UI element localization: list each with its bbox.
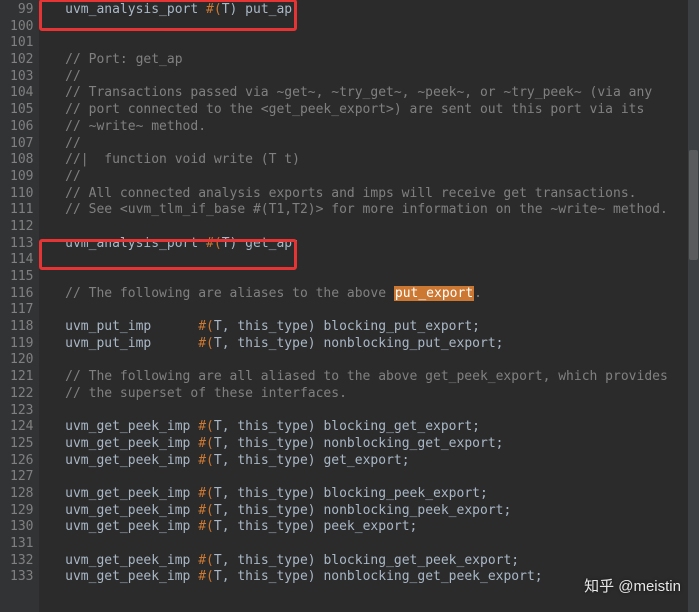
code-line[interactable]: // bbox=[49, 69, 699, 86]
line-number: 133 bbox=[10, 569, 33, 586]
line-number: 121 bbox=[10, 369, 33, 386]
code-line[interactable]: uvm_put_imp #(T, this_type) blocking_put… bbox=[49, 319, 699, 336]
line-number: 126 bbox=[10, 453, 33, 470]
line-number: 103 bbox=[10, 69, 33, 86]
line-number: 118 bbox=[10, 319, 33, 336]
code-line[interactable]: // The following are all aliased to the … bbox=[49, 369, 699, 386]
line-number-gutter: 9910010110210310410510610710810911011111… bbox=[0, 0, 39, 612]
code-line[interactable]: uvm_get_peek_imp #(T, this_type) get_exp… bbox=[49, 453, 699, 470]
line-number: 127 bbox=[10, 469, 33, 486]
line-number: 104 bbox=[10, 85, 33, 102]
code-line[interactable]: uvm_get_peek_imp #(T, this_type) nonbloc… bbox=[49, 503, 699, 520]
code-line[interactable]: uvm_get_peek_imp #(T, this_type) peek_ex… bbox=[49, 519, 699, 536]
code-line[interactable]: // The following are aliases to the abov… bbox=[49, 286, 699, 303]
line-number: 122 bbox=[10, 386, 33, 403]
code-line[interactable] bbox=[49, 19, 699, 36]
code-line[interactable]: // All connected analysis exports and im… bbox=[49, 186, 699, 203]
line-number: 109 bbox=[10, 169, 33, 186]
line-number: 120 bbox=[10, 352, 33, 369]
code-line[interactable]: // port connected to the <get_peek_expor… bbox=[49, 102, 699, 119]
code-line[interactable]: uvm_get_peek_imp #(T, this_type) blockin… bbox=[49, 553, 699, 570]
line-number: 128 bbox=[10, 486, 33, 503]
code-line[interactable]: uvm_put_imp #(T, this_type) nonblocking_… bbox=[49, 336, 699, 353]
code-line[interactable] bbox=[49, 269, 699, 286]
line-number: 100 bbox=[10, 19, 33, 36]
line-number: 131 bbox=[10, 536, 33, 553]
line-number: 99 bbox=[10, 2, 33, 19]
code-line[interactable]: // Port: get_ap bbox=[49, 52, 699, 69]
code-line[interactable]: uvm_get_peek_imp #(T, this_type) blockin… bbox=[49, 486, 699, 503]
line-number: 110 bbox=[10, 186, 33, 203]
code-line[interactable] bbox=[49, 536, 699, 553]
code-line[interactable]: uvm_get_peek_imp #(T, this_type) nonbloc… bbox=[49, 436, 699, 453]
code-line[interactable] bbox=[49, 219, 699, 236]
line-number: 101 bbox=[10, 35, 33, 52]
line-number: 107 bbox=[10, 136, 33, 153]
line-number: 102 bbox=[10, 52, 33, 69]
line-number: 123 bbox=[10, 403, 33, 420]
line-number: 115 bbox=[10, 269, 33, 286]
code-line[interactable]: // bbox=[49, 136, 699, 153]
line-number: 113 bbox=[10, 236, 33, 253]
line-number: 129 bbox=[10, 503, 33, 520]
code-line[interactable] bbox=[49, 252, 699, 269]
line-number: 111 bbox=[10, 202, 33, 219]
code-line[interactable]: // See <uvm_tlm_if_base #(T1,T2)> for mo… bbox=[49, 202, 699, 219]
line-number: 117 bbox=[10, 302, 33, 319]
code-line[interactable] bbox=[49, 352, 699, 369]
code-line[interactable]: //| function void write (T t) bbox=[49, 152, 699, 169]
code-area[interactable]: uvm_analysis_port #(T) put_ap; // Port: … bbox=[39, 0, 699, 612]
line-number: 106 bbox=[10, 119, 33, 136]
vertical-scrollbar-track[interactable] bbox=[688, 0, 699, 612]
code-line[interactable]: uvm_analysis_port #(T) get_ap; bbox=[49, 236, 699, 253]
line-number: 112 bbox=[10, 219, 33, 236]
vertical-scrollbar-thumb[interactable] bbox=[689, 150, 698, 260]
line-number: 124 bbox=[10, 419, 33, 436]
code-line[interactable] bbox=[49, 403, 699, 420]
line-number: 105 bbox=[10, 102, 33, 119]
line-number: 125 bbox=[10, 436, 33, 453]
line-number: 116 bbox=[10, 286, 33, 303]
code-line[interactable]: // ~write~ method. bbox=[49, 119, 699, 136]
line-number: 114 bbox=[10, 252, 33, 269]
watermark-text: 知乎 @meistin bbox=[584, 575, 681, 596]
code-line[interactable]: // Transactions passed via ~get~, ~try_g… bbox=[49, 85, 699, 102]
line-number: 119 bbox=[10, 336, 33, 353]
code-line[interactable]: // the superset of these interfaces. bbox=[49, 386, 699, 403]
code-line[interactable]: uvm_analysis_port #(T) put_ap; bbox=[49, 2, 699, 19]
line-number: 132 bbox=[10, 553, 33, 570]
code-line[interactable]: uvm_get_peek_imp #(T, this_type) blockin… bbox=[49, 419, 699, 436]
line-number: 108 bbox=[10, 152, 33, 169]
code-line[interactable] bbox=[49, 35, 699, 52]
code-editor[interactable]: 9910010110210310410510610710810911011111… bbox=[0, 0, 699, 612]
code-line[interactable] bbox=[49, 302, 699, 319]
code-line[interactable] bbox=[49, 469, 699, 486]
code-line[interactable]: // bbox=[49, 169, 699, 186]
line-number: 130 bbox=[10, 519, 33, 536]
